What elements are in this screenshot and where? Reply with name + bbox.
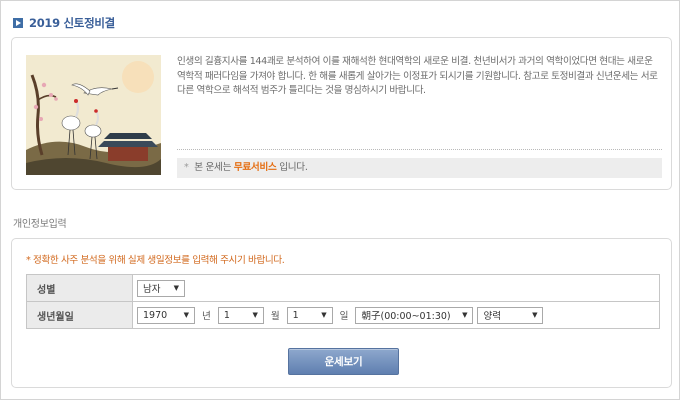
- month-unit: 월: [270, 311, 280, 322]
- crane-painting-image: [26, 55, 161, 175]
- birth-cell: 1970 ▼ 년 1 ▼ 월 1 ▼ 일 朝子(00:00~01:30) ▼ 양…: [133, 302, 660, 328]
- section-label: 개인정보입력: [13, 219, 67, 230]
- intro-illustration: [26, 55, 161, 175]
- play-arrow-icon: [13, 18, 23, 28]
- day-unit: 일: [339, 311, 349, 322]
- personal-info-form: * 정확한 사주 분석을 위해 실제 생일정보를 입력해 주시기 바랍니다. 성…: [11, 238, 672, 388]
- birth-label: 생년월일: [27, 302, 133, 328]
- gender-select[interactable]: 남자 ▼: [137, 279, 185, 297]
- view-fortune-button[interactable]: 운세보기: [288, 348, 399, 375]
- birth-row: 생년월일 1970 ▼ 년 1 ▼ 월 1 ▼ 일 朝子(00:00~01:30…: [27, 302, 660, 329]
- gender-label: 성별: [27, 275, 133, 301]
- birth-hour-select[interactable]: 朝子(00:00~01:30) ▼: [355, 306, 474, 324]
- free-service-notice: * 본 운세는 무료서비스 입니다.: [177, 158, 662, 178]
- year-unit: 년: [202, 311, 211, 322]
- chevron-down-icon: ▼: [173, 284, 179, 292]
- calendar-type-select[interactable]: 양력 ▼: [477, 306, 544, 324]
- birth-month-select[interactable]: 1 ▼: [217, 306, 264, 324]
- notice-bullet: *: [184, 162, 189, 173]
- form-table: 성별 남자 ▼ 생년월일 1970 ▼ 년 1 ▼ 월 1 ▼ 일 朝子(00:…: [26, 274, 660, 329]
- birth-year-select[interactable]: 1970 ▼: [137, 306, 195, 324]
- calendar-type-value: 양력: [483, 311, 501, 322]
- free-service-highlight: 무료서비스: [233, 162, 277, 173]
- chevron-down-icon: ▼: [462, 311, 468, 319]
- intro-description: 인생의 길흉지사를 144괘로 분석하여 이를 재해석한 현대역학의 새로운 비…: [177, 56, 658, 97]
- notice-suffix: 입니다.: [279, 162, 308, 173]
- birth-hour-value: 朝子(00:00~01:30): [361, 311, 451, 322]
- chevron-down-icon: ▼: [532, 311, 538, 319]
- page-title-text: 2019 신토정비결: [29, 16, 115, 30]
- chevron-down-icon: ▼: [252, 311, 258, 319]
- chevron-down-icon: ▼: [183, 311, 189, 319]
- gender-cell: 남자 ▼: [133, 275, 660, 301]
- page-frame: 2019 신토정비결 인생의 길흉지사를 144괘로 분석하여 이를 재해석한 …: [0, 0, 680, 400]
- birth-day-value: 1: [292, 309, 299, 321]
- intro-body: 인생의 길흉지사를 144괘로 분석하여 이를 재해석한 현대역학의 새로운 비…: [177, 55, 662, 178]
- dotted-divider: [177, 149, 662, 150]
- notice-prefix: 본 운세는: [194, 162, 232, 173]
- intro-card: 인생의 길흉지사를 144괘로 분석하여 이를 재해석한 현대역학의 새로운 비…: [11, 37, 672, 190]
- gender-select-value: 남자: [143, 284, 161, 295]
- gender-row: 성별 남자 ▼: [27, 275, 660, 302]
- chevron-down-icon: ▼: [321, 311, 327, 319]
- page-title: 2019 신토정비결: [13, 15, 115, 31]
- birth-year-value: 1970: [143, 309, 168, 321]
- form-notice: * 정확한 사주 분석을 위해 실제 생일정보를 입력해 주시기 바랍니다.: [26, 255, 285, 266]
- birth-day-select[interactable]: 1 ▼: [286, 306, 333, 324]
- birth-month-value: 1: [223, 309, 230, 321]
